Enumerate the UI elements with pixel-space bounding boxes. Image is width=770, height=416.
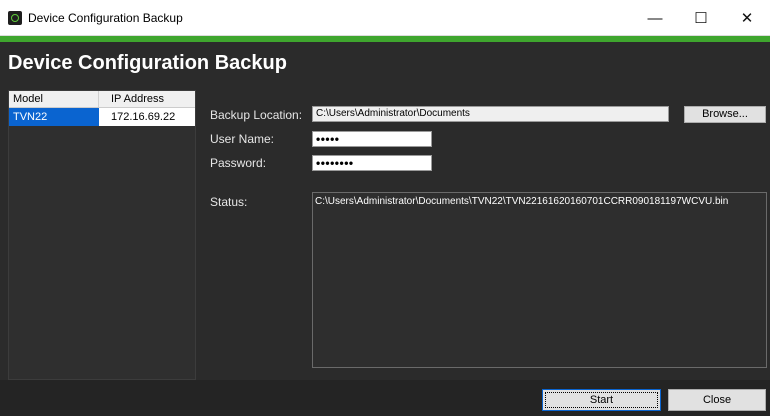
device-table: Model IP Address TVN22 172.16.69.22 [8, 90, 196, 380]
table-header: Model IP Address [9, 91, 195, 108]
password-field[interactable]: •••••••• [312, 155, 432, 171]
header: Device Configuration Backup [0, 42, 770, 89]
close-button[interactable]: Close [668, 389, 766, 411]
username-label: User Name: [210, 132, 275, 146]
title-bar: Device Configuration Backup — ☐ ✕ [0, 0, 770, 36]
app-logo-icon [8, 11, 22, 25]
status-label: Status: [210, 195, 248, 209]
browse-button[interactable]: Browse... [684, 106, 766, 123]
username-field[interactable]: ••••• [312, 131, 432, 147]
status-output[interactable]: C:\Users\Administrator\Documents\TVN22\T… [312, 192, 767, 368]
cell-model[interactable]: TVN22 [9, 108, 99, 126]
column-header-ip[interactable]: IP Address [99, 91, 195, 107]
cell-ip[interactable]: 172.16.69.22 [99, 108, 195, 126]
table-row[interactable]: TVN22 172.16.69.22 [9, 108, 195, 126]
password-label: Password: [210, 156, 267, 170]
start-button[interactable]: Start [542, 389, 661, 411]
minimize-button[interactable]: — [632, 0, 678, 36]
close-window-button[interactable]: ✕ [724, 0, 770, 36]
maximize-button[interactable]: ☐ [678, 0, 724, 36]
window-title: Device Configuration Backup [28, 11, 183, 25]
backup-location-label: Backup Location: [210, 108, 303, 122]
backup-location-field[interactable]: C:\Users\Administrator\Documents [312, 106, 669, 122]
page-title: Device Configuration Backup [8, 52, 287, 74]
column-header-model[interactable]: Model [9, 91, 99, 107]
